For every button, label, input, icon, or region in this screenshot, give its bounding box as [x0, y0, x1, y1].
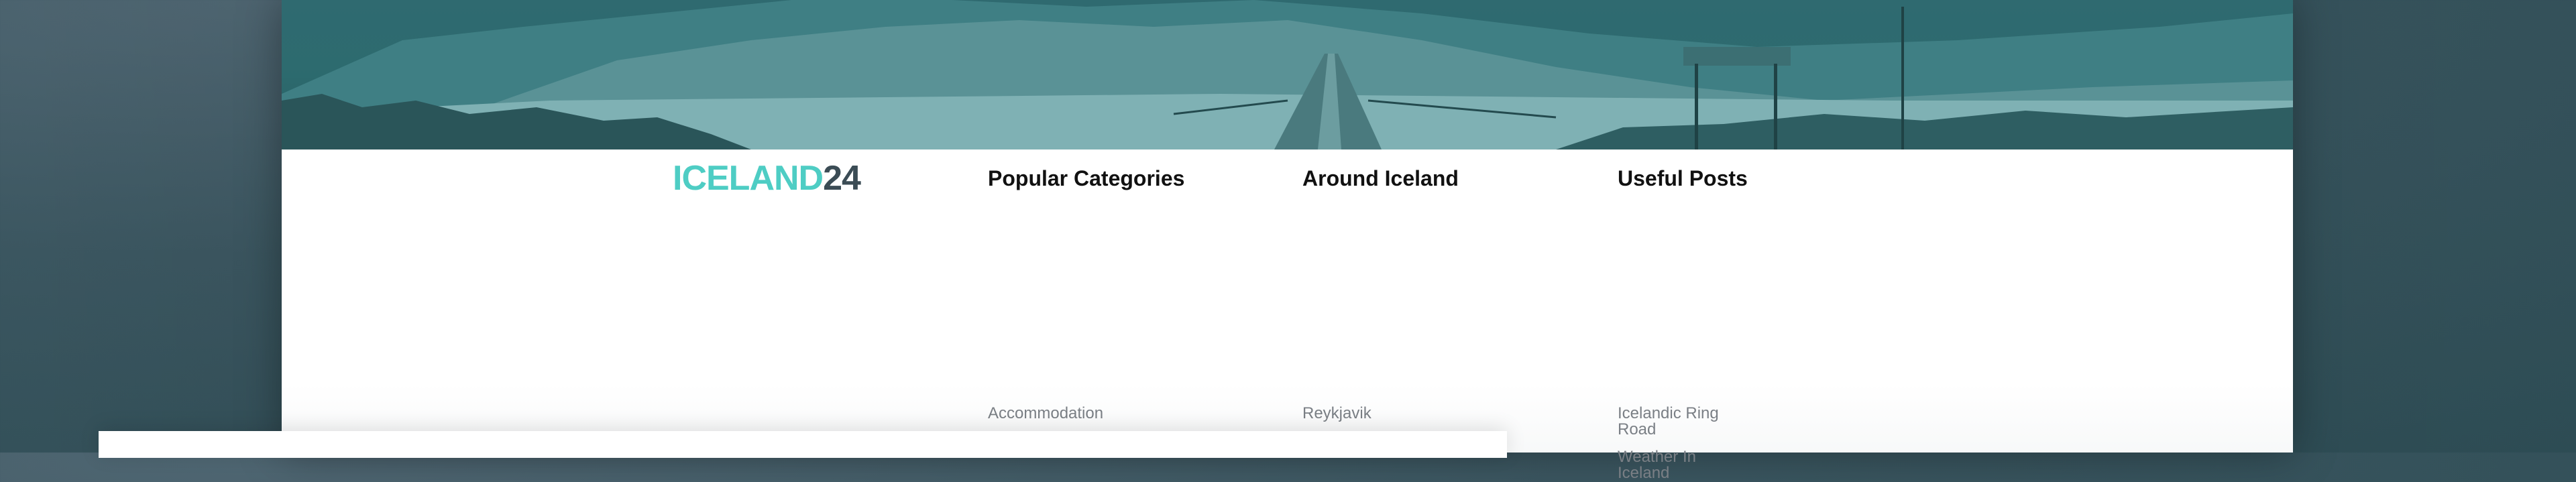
snowy-road-landscape-image — [282, 0, 2293, 149]
site-logo[interactable]: ICELAND24 — [673, 159, 861, 198]
footer-link-reykjavik[interactable]: Reykjavik — [1302, 406, 1371, 422]
overlay-panel — [99, 431, 1507, 458]
footer-column-popular-categories: Popular Categories Accommodation — [988, 166, 1185, 422]
footer-column-title: Useful Posts — [1618, 166, 1748, 190]
footer-column-title: Around Iceland — [1302, 166, 1459, 190]
footer-link-icelandic-ring-road[interactable]: Icelandic Ring Road — [1618, 406, 1748, 438]
footer-column-useful-posts: Useful Posts Icelandic Ring Road Weather… — [1618, 166, 1748, 481]
footer-link-weather-in-iceland[interactable]: Weather In Iceland — [1618, 449, 1748, 481]
site-footer — [282, 149, 2293, 453]
footer-column-title: Popular Categories — [988, 166, 1185, 190]
footer-column-around-iceland: Around Iceland Reykjavik — [1302, 166, 1459, 422]
hero-image — [282, 0, 2293, 149]
logo-text-iceland: ICELAND — [673, 159, 824, 198]
footer-link-accommodation[interactable]: Accommodation — [988, 406, 1103, 422]
logo-text-24: 24 — [823, 159, 861, 198]
page-container: ICELAND24 Popular Categories Accommodati… — [282, 0, 2293, 481]
